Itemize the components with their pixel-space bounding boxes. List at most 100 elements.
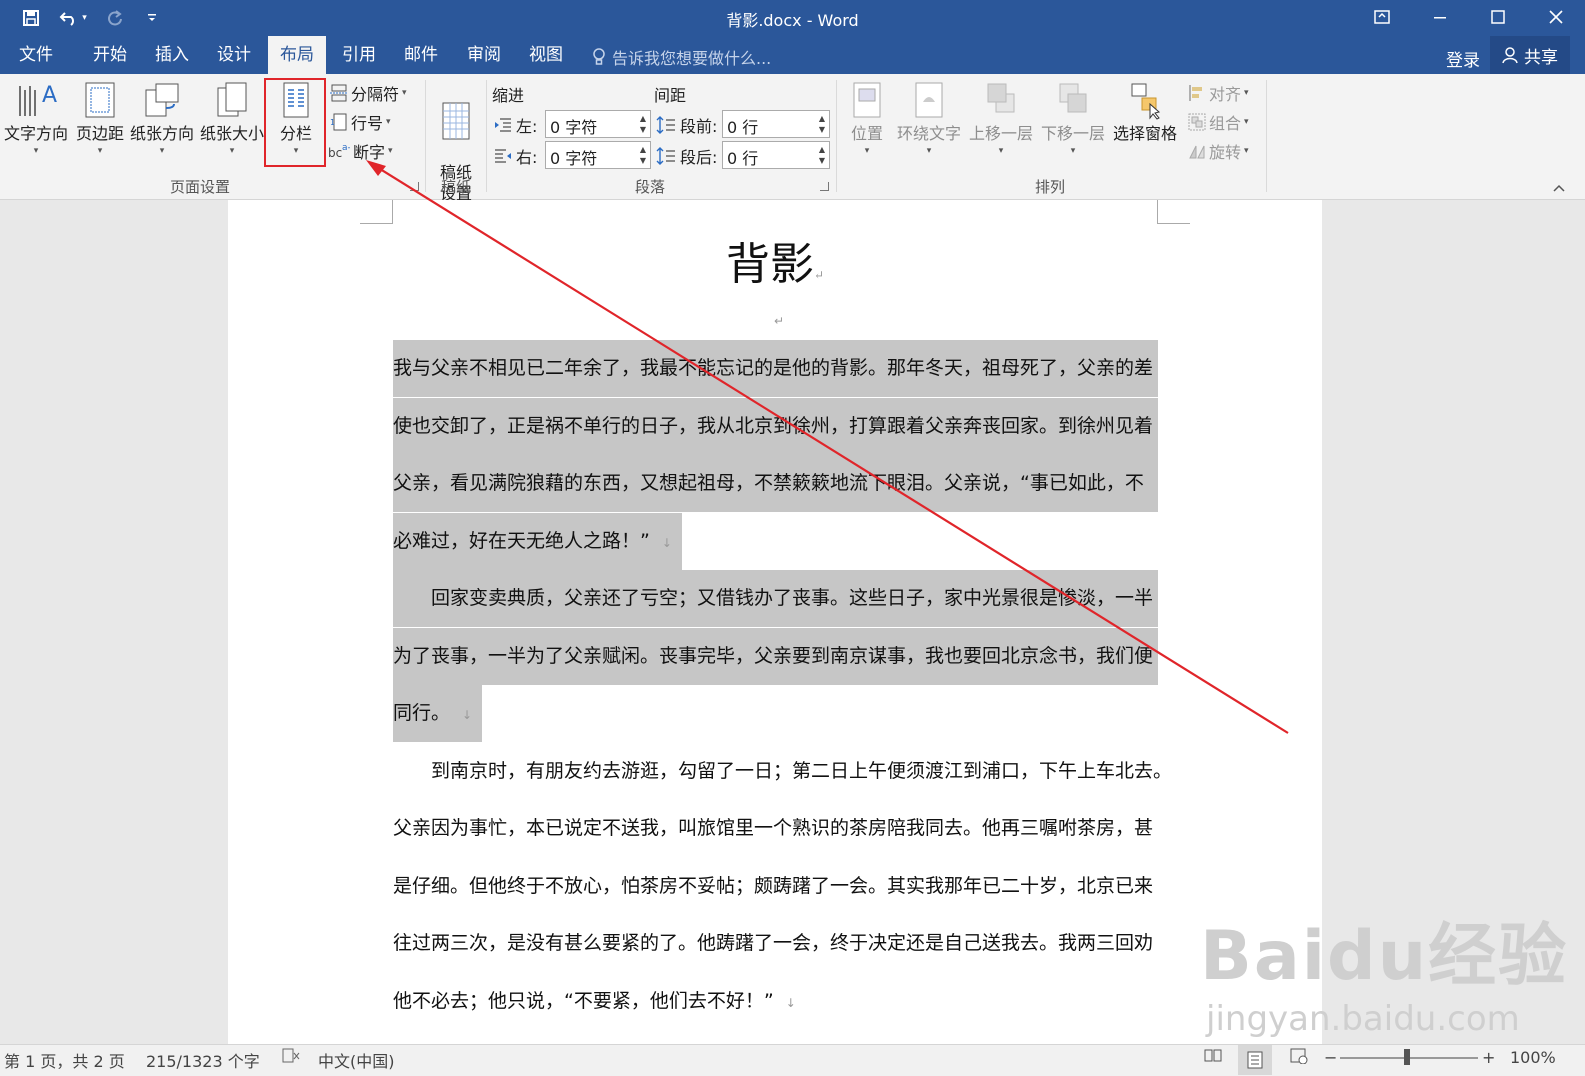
page-count[interactable]: 第 1 页，共 2 页 — [4, 1048, 125, 1072]
line-numbers-label: 行号 — [351, 114, 384, 133]
tab-layout[interactable]: 布局 — [268, 36, 326, 74]
document-line[interactable]: 往过两三次，是没有甚么要紧的了。他踌躇了一会，终于决定还是自己送我去。我两三回劝 — [393, 915, 1153, 972]
language[interactable]: 中文(中国) — [318, 1048, 395, 1072]
indent-left-input[interactable]: 0 字符 ▲ ▼ — [545, 110, 651, 138]
group-label-manuscript: 稿纸 — [440, 178, 471, 196]
spacing-after-value: 0 行 — [727, 149, 759, 168]
spacing-after-input[interactable]: 0 行 ▲ ▼ — [722, 141, 830, 169]
tab-insert[interactable]: 插入 — [144, 36, 200, 74]
page-setup-launcher-icon[interactable] — [410, 182, 419, 191]
group-separator — [1266, 80, 1267, 192]
document-line[interactable]: 同行。 ↓ — [393, 685, 483, 742]
columns-highlight-box — [264, 78, 326, 167]
tab-mailings[interactable]: 邮件 — [393, 36, 449, 74]
spacing-title: 间距 — [654, 86, 687, 105]
print-layout-icon[interactable] — [1238, 1045, 1272, 1075]
zoom-slider-thumb[interactable] — [1404, 1049, 1410, 1065]
word-count[interactable]: 215/1323 个字 — [146, 1048, 260, 1072]
margins-label: 页边距 — [75, 124, 124, 143]
indent-right-input[interactable]: 0 字符 ▲ ▼ — [545, 141, 651, 169]
bring-forward-button[interactable]: 上移一层 ▾ — [966, 80, 1036, 156]
bring-forward-icon — [987, 83, 1015, 113]
tab-design[interactable]: 设计 — [206, 36, 262, 74]
document-line[interactable]: 回家变卖典质，父亲还了亏空；又借钱办了丧事。这些日子，家中光景很是惨淡，一半 — [393, 570, 1158, 627]
tab-review[interactable]: 审阅 — [456, 36, 512, 74]
wrap-text-button[interactable]: 环绕文字 ▾ — [894, 80, 964, 156]
tab-view[interactable]: 视图 — [518, 36, 574, 74]
orientation-button[interactable]: 纸张方向 ▾ — [128, 80, 196, 156]
spinner-arrows-icon[interactable]: ▲ ▼ — [640, 144, 646, 166]
read-mode-icon[interactable] — [1204, 1048, 1222, 1068]
web-layout-icon[interactable] — [1290, 1048, 1308, 1068]
spinner-arrows-icon[interactable]: ▲ ▼ — [819, 113, 825, 135]
margins-button[interactable]: 页边距 ▾ — [72, 80, 128, 156]
selection-pane-label: 选择窗格 — [1112, 124, 1177, 143]
document-line-text: 他不必去；他只说，“不要紧，他们去不好！” — [393, 989, 774, 1012]
document-line[interactable]: 使也交卸了，正是祸不单行的日子，我从北京到徐州，打算跟着父亲奔丧回家。到徐州见着 — [393, 397, 1158, 455]
document-line[interactable]: 必难过，好在天无绝人之路！” ↓ — [393, 512, 682, 570]
selection-pane-button[interactable]: 选择窗格 — [1110, 80, 1180, 144]
orientation-label: 纸张方向 — [129, 124, 194, 143]
zoom-level[interactable]: 100% — [1510, 1048, 1556, 1067]
text-direction-button[interactable]: A 文字方向 ▾ — [2, 80, 70, 156]
rotate-button[interactable]: 旋转 ▾ — [1188, 139, 1249, 163]
group-separator — [425, 80, 426, 192]
zoom-in-icon[interactable]: + — [1482, 1048, 1495, 1067]
crop-mark — [1157, 200, 1190, 224]
svg-text:A: A — [42, 83, 57, 108]
person-icon — [1502, 47, 1518, 64]
minimize-icon[interactable] — [1411, 0, 1469, 34]
breaks-button[interactable]: 分隔符 ▾ — [330, 81, 407, 105]
indent-title: 缩进 — [492, 86, 525, 105]
hyphenation-button[interactable]: bc a- 断字 ▾ — [328, 139, 393, 163]
spacing-before-label: 段前: — [656, 113, 717, 137]
tab-file[interactable]: 文件 — [8, 36, 64, 74]
proofing-icon[interactable] — [282, 1048, 300, 1068]
watermark-sub: jingyan.baidu.com — [1206, 999, 1520, 1039]
document-line[interactable]: 父亲，看见满院狼藉的东西，又想起祖母，不禁簌簌地流下眼泪。父亲说，“事已如此，不 — [393, 455, 1158, 512]
margins-icon — [85, 82, 115, 118]
paragraph-launcher-icon[interactable] — [820, 182, 829, 191]
group-button[interactable]: 组合 ▾ — [1188, 110, 1249, 134]
breaks-icon — [330, 84, 348, 102]
document-line[interactable]: 到南京时，有朋友约去游逛，勾留了一日；第二日上午便须渡江到浦口，下午上车北去。 — [393, 743, 1172, 800]
zoom-out-icon[interactable]: − — [1324, 1048, 1337, 1067]
sign-in-link[interactable]: 登录 — [1446, 46, 1480, 71]
size-button[interactable]: 纸张大小 ▾ — [198, 80, 266, 156]
document-line-text: 是仔细。但他终于不放心，怕茶房不妥帖；颇踌躇了一会。其实我那年已二十岁，北京已来 — [393, 874, 1154, 897]
document-line[interactable]: 他不必去；他只说，“不要紧，他们去不好！” ↓ — [393, 973, 796, 1030]
spacing-before-input[interactable]: 0 行 ▲ ▼ — [722, 110, 830, 138]
indent-left-label: 左: — [494, 113, 537, 137]
spinner-arrows-icon[interactable]: ▲ ▼ — [640, 113, 646, 135]
group-separator — [836, 80, 837, 192]
text-direction-label: 文字方向 — [3, 124, 68, 143]
line-numbers-button[interactable]: 1 行号 ▾ — [330, 110, 391, 134]
paragraph-mark-icon: ↓ — [462, 708, 473, 722]
tab-home[interactable]: 开始 — [82, 36, 138, 74]
manuscript-icon — [442, 102, 470, 140]
document-line[interactable]: 父亲因为事忙，本已说定不送我，叫旅馆里一个熟识的茶房陪我同去。他再三嘱咐茶房，甚 — [393, 800, 1153, 857]
document-line[interactable]: 我与父亲不相见已二年余了，我最不能忘记的是他的背影。那年冬天，祖母死了，父亲的差 — [393, 340, 1158, 397]
collapse-ribbon-icon[interactable] — [1552, 178, 1566, 197]
wrap-text-label: 环绕文字 — [896, 124, 961, 143]
document-line[interactable]: 为了丧事，一半为了父亲赋闲。丧事完毕，父亲要到南京谋事，我也要回北京念书，我们便 — [393, 627, 1158, 685]
indent-right-label: 右: — [494, 144, 537, 168]
close-icon[interactable] — [1527, 0, 1585, 34]
paragraph-mark-icon: ↵ — [813, 268, 825, 282]
document-line[interactable]: 是仔细。但他终于不放心，怕茶房不妥帖；颇踌躇了一会。其实我那年已二十岁，北京已来 — [393, 858, 1153, 915]
ribbon-layout: A 文字方向 ▾ 页边距 ▾ 纸张方向 ▾ 纸张大小 ▾ 分栏 ▾ 分隔符 ▾ 1… — [0, 74, 1585, 203]
svg-text:1: 1 — [330, 118, 335, 127]
maximize-icon[interactable] — [1469, 0, 1527, 34]
paper-size-icon — [217, 82, 247, 117]
paragraph-mark-icon: ↓ — [661, 535, 672, 550]
align-button[interactable]: 对齐 ▾ — [1188, 81, 1249, 105]
line-numbers-icon: 1 — [330, 113, 347, 131]
spinner-arrows-icon[interactable]: ▲ ▼ — [819, 144, 825, 166]
position-button[interactable]: 位置 ▾ — [844, 80, 890, 156]
tell-me-box[interactable]: 告诉我您想要做什么... — [592, 45, 771, 69]
tab-references[interactable]: 引用 — [331, 36, 387, 74]
ribbon-tab-bar: 文件 开始 插入 设计 布局 引用 邮件 审阅 视图 告诉我您想要做什么... … — [0, 36, 1585, 74]
share-button[interactable]: 共享 — [1490, 36, 1570, 74]
send-backward-button[interactable]: 下移一层 ▾ — [1038, 80, 1108, 156]
ribbon-display-icon[interactable] — [1353, 0, 1411, 34]
